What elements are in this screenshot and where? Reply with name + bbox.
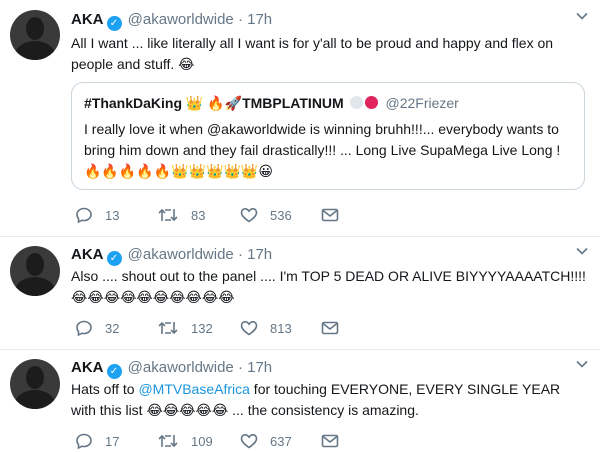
avatar-silhouette-body bbox=[15, 41, 55, 60]
quoted-display-name: #ThankDaKing 👑 🔥🚀TMBPLATINUM bbox=[84, 95, 344, 111]
like-count: 813 bbox=[270, 321, 292, 336]
white-circle-icon bbox=[349, 96, 363, 109]
tweet-text: All I want ... like literally all I want… bbox=[71, 35, 554, 72]
reply-count: 17 bbox=[105, 434, 120, 449]
tweet-header: AKA ✓ @akaworldwide · 17h bbox=[71, 11, 272, 31]
retweet-icon bbox=[158, 434, 178, 448]
avatar[interactable] bbox=[10, 246, 60, 296]
retweet-count: 132 bbox=[191, 321, 213, 336]
heart-icon bbox=[240, 207, 258, 223]
reply-button[interactable]: 32 bbox=[75, 319, 119, 337]
avatar[interactable] bbox=[10, 359, 60, 409]
red-circle-icon bbox=[364, 96, 378, 109]
retweet-icon bbox=[158, 208, 178, 222]
reply-count: 13 bbox=[105, 208, 120, 223]
retweet-count: 83 bbox=[191, 208, 206, 223]
reply-icon bbox=[76, 433, 92, 450]
display-name[interactable]: AKA bbox=[71, 359, 104, 376]
timestamp[interactable]: 17h bbox=[247, 11, 272, 28]
reply-count: 32 bbox=[105, 321, 120, 336]
avatar-silhouette-head bbox=[26, 253, 44, 276]
verified-badge-icon: ✓ bbox=[106, 16, 122, 31]
chevron-down-icon[interactable] bbox=[575, 357, 589, 374]
avatar-silhouette-body bbox=[15, 390, 55, 409]
verified-badge-icon: ✓ bbox=[106, 251, 122, 266]
quoted-tweet-text: I really love it when @akaworldwide is w… bbox=[84, 121, 561, 179]
separator-dot: · bbox=[237, 246, 243, 263]
user-handle[interactable]: @akaworldwide bbox=[128, 359, 234, 376]
envelope-icon bbox=[321, 321, 339, 335]
reply-icon bbox=[76, 207, 92, 224]
timestamp[interactable]: 17h bbox=[247, 246, 272, 263]
tweet-3[interactable]: AKA ✓ @akaworldwide · 17h Hats off to @MT… bbox=[0, 350, 600, 452]
envelope-icon bbox=[321, 208, 339, 222]
display-name[interactable]: AKA bbox=[71, 11, 104, 28]
retweet-count: 109 bbox=[191, 434, 213, 449]
chevron-down-icon[interactable] bbox=[575, 244, 589, 261]
timestamp[interactable]: 17h bbox=[247, 359, 272, 376]
like-button[interactable]: 637 bbox=[240, 432, 292, 450]
avatar[interactable] bbox=[10, 10, 60, 60]
reply-icon bbox=[76, 320, 92, 337]
tweet-header: AKA ✓ @akaworldwide · 17h bbox=[71, 246, 272, 266]
like-count: 637 bbox=[270, 434, 292, 449]
tweet-text: Also .... shout out to the panel .... I'… bbox=[71, 268, 586, 305]
heart-icon bbox=[240, 320, 258, 336]
retweet-icon bbox=[158, 321, 178, 335]
direct-message-button[interactable] bbox=[321, 206, 351, 224]
quoted-tweet-header: #ThankDaKing 👑 🔥🚀TMBPLATINUM @22Friezer bbox=[84, 95, 459, 112]
like-button[interactable]: 536 bbox=[240, 206, 292, 224]
tweet-header: AKA ✓ @akaworldwide · 17h bbox=[71, 359, 272, 379]
mention-link[interactable]: @MTVBaseAfrica bbox=[138, 381, 249, 397]
heart-icon bbox=[240, 433, 258, 449]
like-button[interactable]: 813 bbox=[240, 319, 292, 337]
quoted-tweet[interactable]: #ThankDaKing 👑 🔥🚀TMBPLATINUM @22Friezer … bbox=[71, 82, 585, 190]
like-count: 536 bbox=[270, 208, 292, 223]
retweet-button[interactable]: 109 bbox=[157, 432, 213, 450]
direct-message-button[interactable] bbox=[321, 319, 351, 337]
user-handle[interactable]: @akaworldwide bbox=[128, 246, 234, 263]
envelope-icon bbox=[321, 434, 339, 448]
quoted-user-handle: @22Friezer bbox=[385, 95, 459, 111]
retweet-button[interactable]: 83 bbox=[157, 206, 205, 224]
avatar-silhouette-body bbox=[15, 277, 55, 296]
tweet-text: Hats off to @MTVBaseAfrica for touching … bbox=[71, 379, 586, 421]
separator-dot: · bbox=[237, 11, 243, 28]
separator-dot: · bbox=[237, 359, 243, 376]
chevron-down-icon[interactable] bbox=[575, 9, 589, 26]
tweet-1[interactable]: AKA ✓ @akaworldwide · 17h All I want ... … bbox=[0, 0, 600, 234]
reply-button[interactable]: 17 bbox=[75, 432, 119, 450]
tweet-text-start: Hats off to bbox=[71, 381, 139, 397]
tweet-2[interactable]: AKA ✓ @akaworldwide · 17h Also .... shout… bbox=[0, 237, 600, 347]
verified-badge-icon: ✓ bbox=[106, 364, 122, 379]
direct-message-button[interactable] bbox=[321, 432, 351, 450]
display-name[interactable]: AKA bbox=[71, 246, 104, 263]
reply-button[interactable]: 13 bbox=[75, 206, 119, 224]
avatar-silhouette-head bbox=[26, 17, 44, 40]
avatar-silhouette-head bbox=[26, 366, 44, 389]
user-handle[interactable]: @akaworldwide bbox=[128, 11, 234, 28]
retweet-button[interactable]: 132 bbox=[157, 319, 213, 337]
